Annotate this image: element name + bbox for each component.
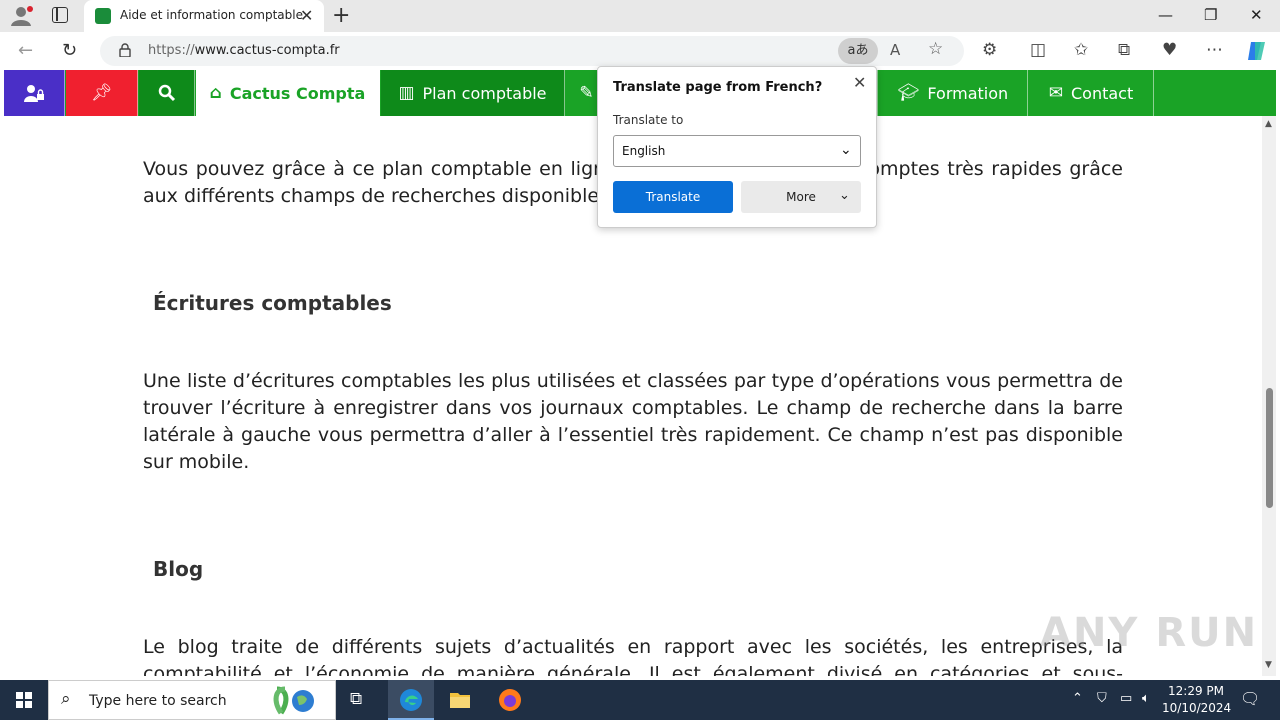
show-hidden-icons-icon[interactable]: ⌃	[1072, 691, 1083, 706]
site-favicon-icon	[95, 8, 111, 24]
heading-blog: Blog	[153, 557, 204, 581]
url-text[interactable]: https://www.cactus-compta.fr	[148, 43, 340, 58]
search-placeholder: Type here to search	[89, 693, 227, 709]
translate-icon[interactable]: aあ	[838, 38, 878, 64]
volume-icon[interactable]: 🔈︎	[1142, 691, 1150, 706]
more-label: More	[786, 190, 816, 204]
read-aloud-icon[interactable]: A	[890, 41, 900, 59]
map-icon: ▥	[398, 83, 415, 103]
graduation-cap-icon: 🎓︎	[897, 83, 920, 103]
chevron-down-icon: ⌄	[840, 142, 852, 158]
clock-date: 10/10/2024	[1162, 701, 1232, 715]
favorites-icon[interactable]: ✩	[1074, 40, 1088, 60]
notifications-icon[interactable]: 🗨︎	[1240, 689, 1260, 708]
nav-contact[interactable]: ✉ Contact	[1029, 70, 1154, 116]
nav-label: Plan comptable	[422, 83, 547, 103]
firefox-icon[interactable]	[498, 688, 522, 712]
page-scrollbar[interactable]: ▲ ▼	[1262, 116, 1276, 676]
nav-cactus-compta[interactable]: ⌂ Cactus Compta	[196, 70, 380, 116]
close-window-icon[interactable]: ✕	[1250, 6, 1263, 24]
nav-plan-comptable[interactable]: ▥ Plan comptable	[381, 70, 565, 116]
extensions-icon[interactable]: ⚙	[982, 40, 997, 60]
task-view-icon[interactable]: ⧉	[350, 689, 362, 709]
nav-label: Contact	[1071, 83, 1134, 103]
nav-pin-button[interactable]: 📌︎	[66, 70, 138, 116]
profile-icon[interactable]	[10, 5, 34, 27]
tab-actions-icon[interactable]	[52, 7, 68, 23]
taskbar-edge-button[interactable]	[388, 680, 434, 720]
scroll-up-icon[interactable]: ▲	[1265, 119, 1272, 129]
clock-time: 12:29 PM	[1168, 684, 1224, 698]
blog-paragraph: Le blog traite de différents sujets d’ac…	[143, 636, 1123, 676]
lock-icon[interactable]	[119, 43, 131, 57]
windows-start-icon[interactable]	[16, 692, 32, 708]
system-clock[interactable]: 12:29 PM 10/10/2024	[1162, 683, 1232, 717]
refresh-icon[interactable]: ↻	[62, 40, 77, 61]
ecritures-paragraph: Une liste d’écritures comptables les plu…	[143, 370, 1123, 473]
collections-icon[interactable]: ⧉	[1118, 40, 1130, 60]
address-bar[interactable]: https://www.cactus-compta.fr aあ A ☆	[100, 36, 964, 66]
envelope-icon: ✉	[1048, 83, 1063, 103]
tab-title: Aide et information comptable	[120, 8, 303, 22]
split-screen-icon[interactable]: ◫	[1030, 40, 1046, 60]
popup-close-icon[interactable]: ✕	[853, 73, 866, 92]
scroll-down-icon[interactable]: ▼	[1265, 660, 1272, 670]
popup-title: Translate page from French?	[613, 80, 823, 95]
awareness-ribbon-icon	[273, 686, 314, 715]
network-security-icon[interactable]: ⛉	[1097, 691, 1107, 706]
thumbtack-icon: 📌︎	[90, 83, 113, 103]
heading-ecritures: Écritures comptables	[153, 291, 392, 315]
file-explorer-icon[interactable]	[448, 688, 472, 712]
translate-button[interactable]: Translate	[613, 181, 733, 213]
search-icon	[158, 84, 175, 102]
search-icon: ⌕	[61, 689, 71, 709]
favorite-star-icon[interactable]: ☆	[928, 39, 943, 59]
translate-to-label: Translate to	[613, 113, 684, 127]
taskbar-search[interactable]: ⌕ Type here to search	[48, 680, 336, 720]
close-tab-icon[interactable]: ✕	[300, 6, 313, 25]
home-icon: ⌂	[209, 83, 222, 103]
taskbar: ⌕ Type here to search ⧉ ⌃ ⛉ ▭ 🔈︎ 12:29 P…	[0, 680, 1280, 720]
chevron-down-icon: ⌄	[839, 188, 850, 203]
edge-icon	[400, 689, 422, 711]
nav-account-button[interactable]	[4, 70, 65, 116]
pen-icon: ✎	[579, 83, 594, 103]
watermark-logo: ANY RUN	[1040, 610, 1259, 656]
restore-icon[interactable]: ❐	[1204, 6, 1217, 24]
more-button[interactable]: More ⌄	[741, 181, 861, 213]
tab-strip: Aide et information comptable ✕ + — ❐ ✕	[0, 0, 1280, 32]
new-tab-icon[interactable]: +	[332, 3, 350, 28]
scroll-thumb[interactable]	[1266, 388, 1273, 508]
nav-formation[interactable]: 🎓︎ Formation	[879, 70, 1028, 116]
more-options-icon[interactable]: ⋯	[1206, 40, 1223, 60]
network-icon[interactable]: ▭	[1120, 691, 1132, 706]
language-select[interactable]: English ⌄	[613, 135, 861, 167]
user-lock-icon	[24, 85, 44, 102]
minimize-icon[interactable]: —	[1158, 6, 1173, 24]
selected-language: English	[622, 144, 666, 158]
active-tab[interactable]: Aide et information comptable ✕	[84, 0, 324, 32]
address-toolbar: ← ↻ https://www.cactus-compta.fr aあ A ☆ …	[0, 32, 1280, 70]
copilot-icon[interactable]	[1246, 40, 1270, 62]
nav-search-button[interactable]	[139, 70, 195, 116]
nav-label: Formation	[927, 83, 1009, 103]
back-icon[interactable]: ←	[18, 40, 33, 61]
translate-popup: Translate page from French? ✕ Translate …	[597, 66, 877, 228]
nav-label: Cactus Compta	[229, 83, 366, 103]
browser-essentials-icon[interactable]: ♥	[1162, 40, 1177, 60]
